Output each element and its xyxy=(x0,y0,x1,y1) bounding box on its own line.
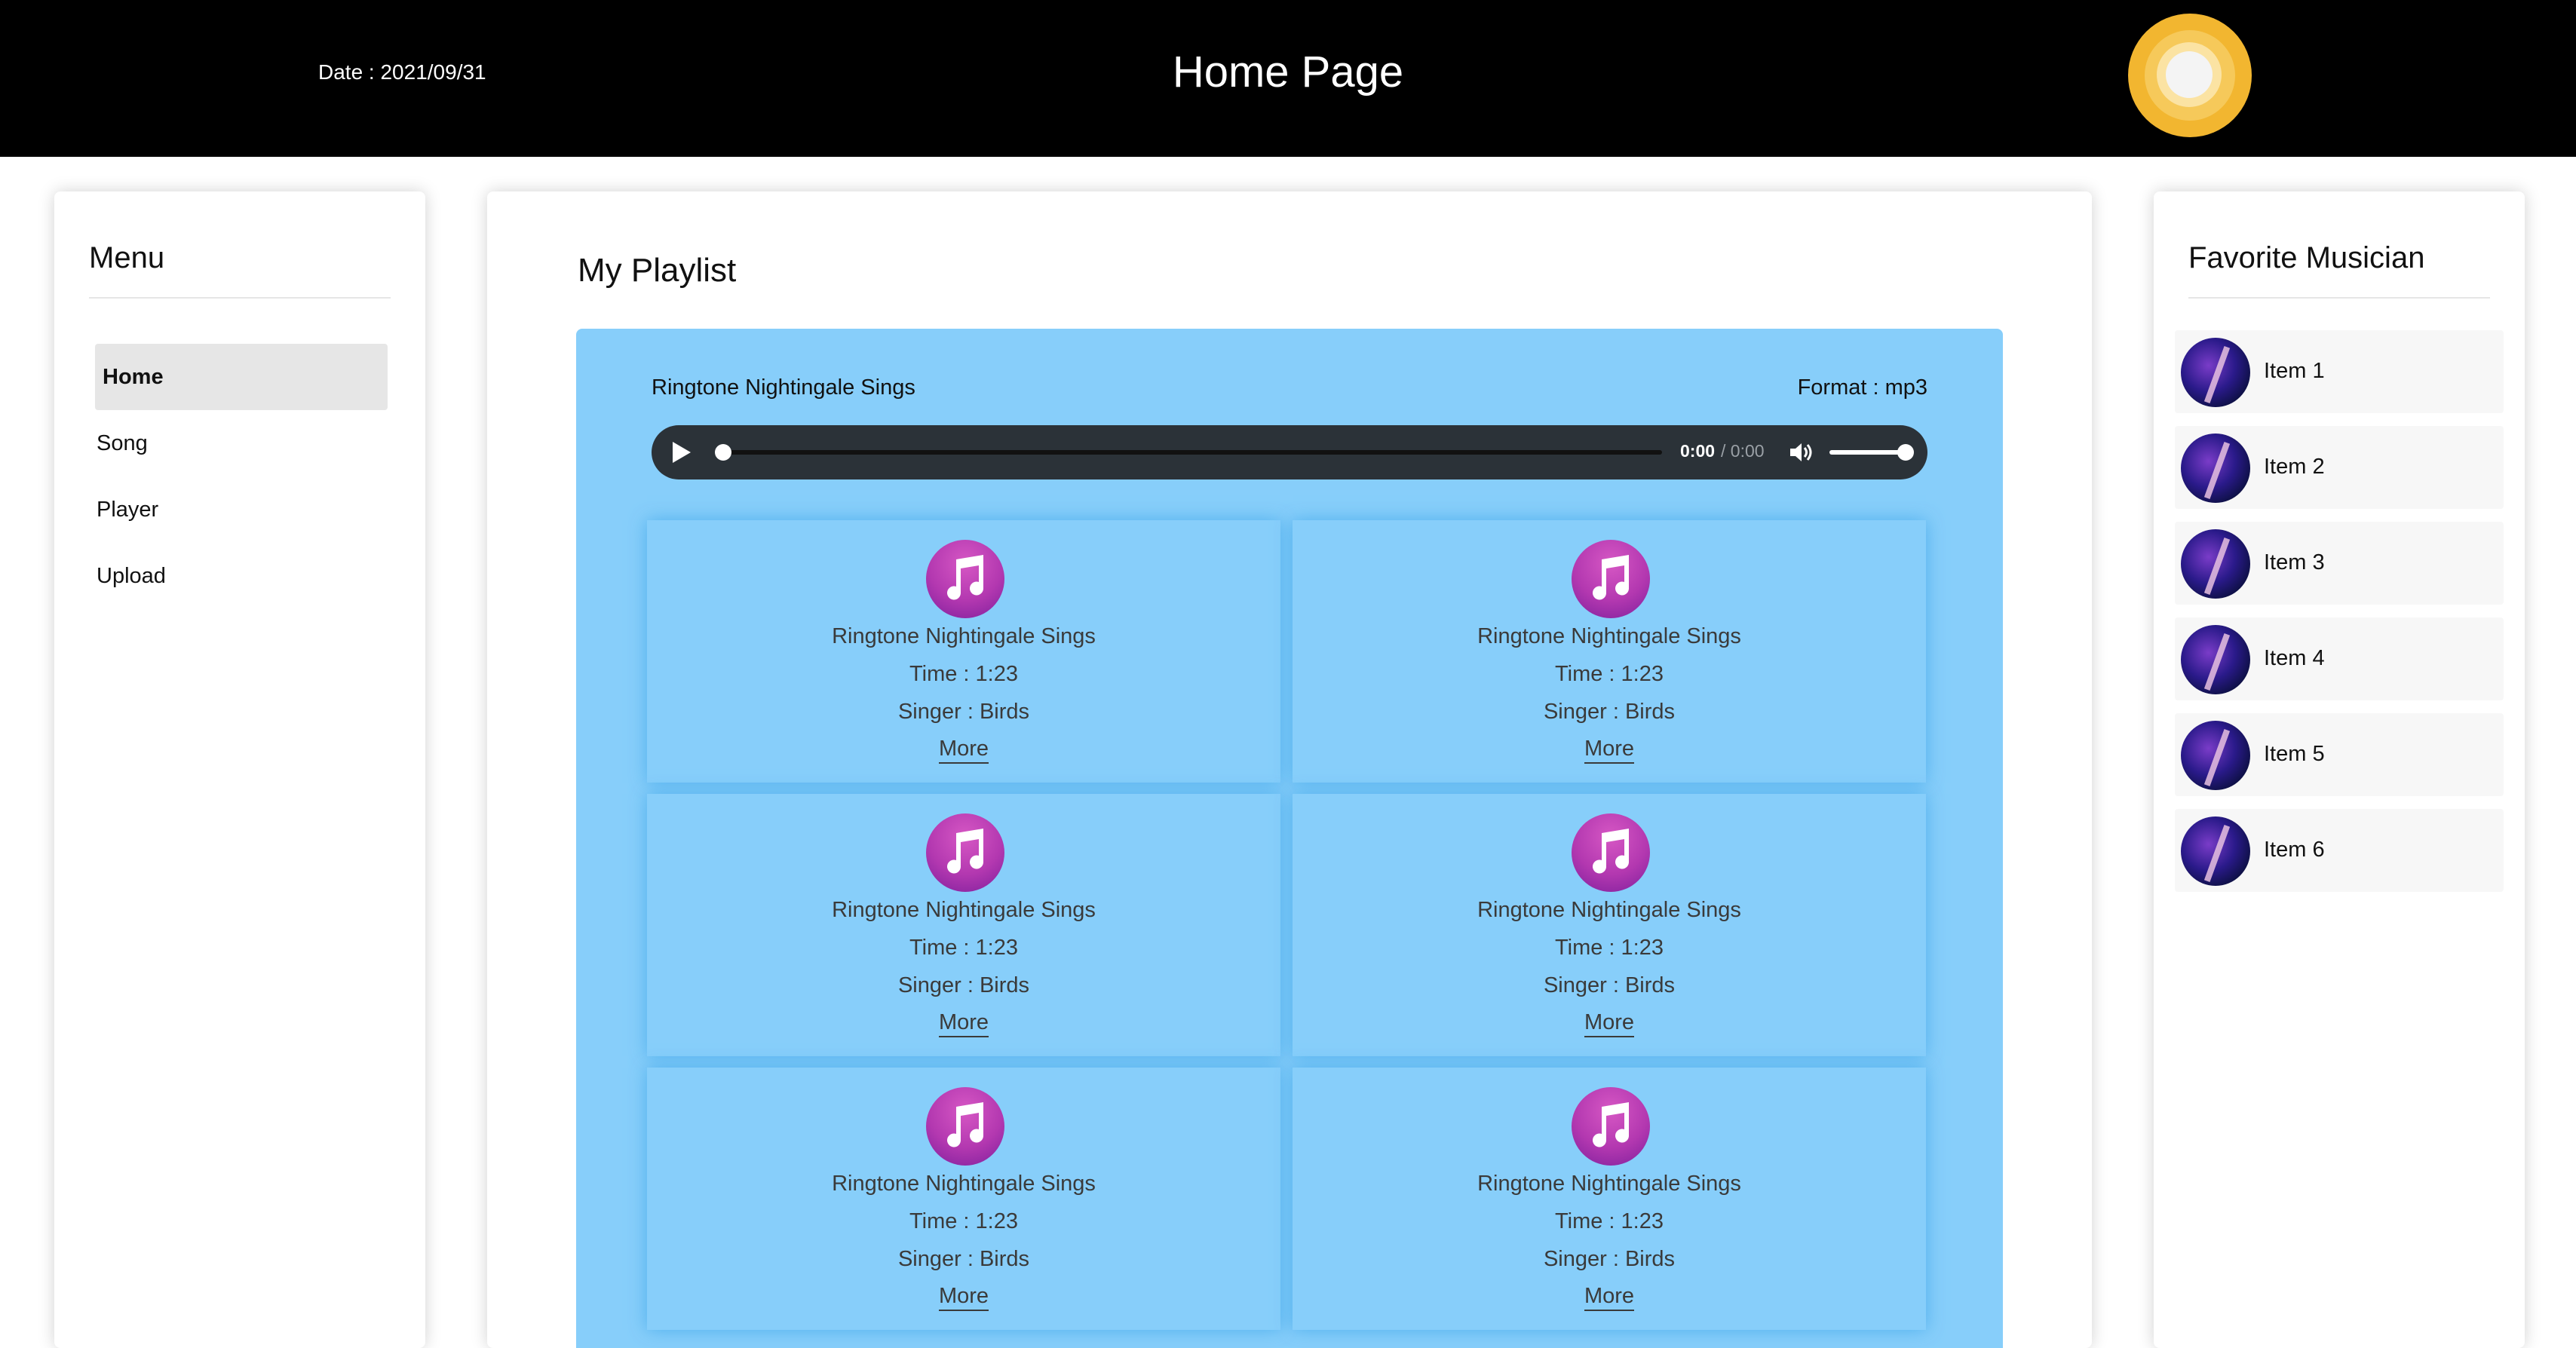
avatar-streak xyxy=(2203,441,2231,500)
favorite-musician-item[interactable]: Item 6 xyxy=(2175,809,2504,892)
main-panel: My Playlist Ringtone Nightingale Sings F… xyxy=(487,191,2092,1348)
song-card: Ringtone Nightingale Sings Time : 1:23 S… xyxy=(1293,1068,1926,1330)
avatar-streak xyxy=(2203,728,2231,787)
favorite-musician-item[interactable]: Item 1 xyxy=(2175,330,2504,413)
song-time: Time : 1:23 xyxy=(1555,662,1664,686)
menu-divider xyxy=(89,297,391,299)
favorite-musician-label: Item 2 xyxy=(2264,455,2325,479)
more-link[interactable]: More xyxy=(1584,1010,1635,1037)
song-time: Time : 1:23 xyxy=(1555,1209,1664,1233)
song-singer: Singer : Birds xyxy=(897,1247,1030,1271)
favorite-musician-item[interactable]: Item 2 xyxy=(2175,426,2504,509)
song-card: Ringtone Nightingale Sings Time : 1:23 S… xyxy=(647,520,1280,783)
song-card: Ringtone Nightingale Sings Time : 1:23 S… xyxy=(1293,520,1926,783)
menu-item-player[interactable]: Player xyxy=(89,476,382,543)
avatar-streak xyxy=(2203,345,2231,404)
song-time: Time : 1:23 xyxy=(909,1209,1018,1233)
song-singer: Singer : Birds xyxy=(897,700,1030,724)
song-title: Ringtone Nightingale Sings xyxy=(1477,898,1741,922)
avatar-streak xyxy=(2203,824,2231,883)
volume-icon[interactable] xyxy=(1789,440,1814,464)
more-link[interactable]: More xyxy=(938,737,989,764)
song-time: Time : 1:23 xyxy=(1555,936,1664,960)
favorite-musician-label: Item 4 xyxy=(2264,646,2325,670)
song-title: Ringtone Nightingale Sings xyxy=(832,1172,1096,1196)
favorites-divider xyxy=(2188,297,2490,299)
menu-item-home[interactable]: Home xyxy=(95,344,388,410)
music-note-icon xyxy=(1572,813,1650,892)
song-singer: Singer : Birds xyxy=(897,973,1030,997)
favorite-musician-item[interactable]: Item 5 xyxy=(2175,713,2504,796)
avatar xyxy=(2181,434,2250,503)
song-time: Time : 1:23 xyxy=(909,936,1018,960)
playlist-heading: My Playlist xyxy=(578,252,737,289)
avatar xyxy=(2181,338,2250,407)
favorite-musician-label: Item 1 xyxy=(2264,359,2325,383)
music-note-icon xyxy=(1572,1087,1650,1166)
avatar xyxy=(2181,721,2250,790)
music-note-icon xyxy=(926,1087,1004,1166)
player-box: Ringtone Nightingale Sings Format : mp3 … xyxy=(576,329,2003,1348)
volume-handle[interactable] xyxy=(1897,444,1914,461)
more-link[interactable]: More xyxy=(938,1284,989,1311)
song-singer: Singer : Birds xyxy=(1543,973,1676,997)
favorites-panel: Favorite Musician Item 1 Item 2 Item 3 I… xyxy=(2154,191,2525,1348)
avatar xyxy=(2181,816,2250,886)
avatar-streak xyxy=(2203,633,2231,691)
song-card: Ringtone Nightingale Sings Time : 1:23 S… xyxy=(647,1068,1280,1330)
menu-item-upload[interactable]: Upload xyxy=(89,543,382,609)
menu-item-song[interactable]: Song xyxy=(89,410,382,476)
song-card: Ringtone Nightingale Sings Time : 1:23 S… xyxy=(647,794,1280,1056)
menu-panel: Menu Home Song Player Upload xyxy=(54,191,425,1348)
favorite-musician-label: Item 5 xyxy=(2264,742,2325,766)
favorite-musician-label: Item 6 xyxy=(2264,838,2325,862)
favorite-musician-item[interactable]: Item 3 xyxy=(2175,522,2504,605)
seek-handle[interactable] xyxy=(715,444,731,461)
song-title: Ringtone Nightingale Sings xyxy=(832,898,1096,922)
music-note-icon xyxy=(926,813,1004,892)
favorites-heading: Favorite Musician xyxy=(2188,241,2425,274)
song-time: Time : 1:23 xyxy=(909,662,1018,686)
song-singer: Singer : Birds xyxy=(1543,1247,1676,1271)
favorite-musician-label: Item 3 xyxy=(2264,550,2325,574)
song-title: Ringtone Nightingale Sings xyxy=(1477,624,1741,648)
duration: / 0:00 xyxy=(1721,441,1765,461)
audio-player: 0:00 / 0:00 xyxy=(652,425,1927,479)
seek-bar[interactable] xyxy=(719,450,1662,455)
avatar-streak xyxy=(2203,537,2231,596)
menu-heading: Menu xyxy=(89,241,165,274)
song-card: Ringtone Nightingale Sings Time : 1:23 S… xyxy=(1293,794,1926,1056)
song-title: Ringtone Nightingale Sings xyxy=(832,624,1096,648)
top-header: Date : 2021/09/31 Home Page xyxy=(0,0,2576,157)
song-singer: Singer : Birds xyxy=(1543,700,1676,724)
logo-core xyxy=(2166,51,2213,98)
more-link[interactable]: More xyxy=(1584,1284,1635,1311)
sun-logo-icon xyxy=(2128,14,2252,137)
favorite-musician-item[interactable]: Item 4 xyxy=(2175,617,2504,700)
current-time: 0:00 xyxy=(1680,441,1716,461)
more-link[interactable]: More xyxy=(938,1010,989,1037)
now-playing-format: Format : mp3 xyxy=(1797,375,1927,400)
avatar xyxy=(2181,625,2250,694)
volume-slider[interactable] xyxy=(1829,450,1906,455)
music-note-icon xyxy=(926,540,1004,618)
more-link[interactable]: More xyxy=(1584,737,1635,764)
avatar xyxy=(2181,529,2250,599)
song-title: Ringtone Nightingale Sings xyxy=(1477,1172,1741,1196)
music-note-icon xyxy=(1572,540,1650,618)
play-icon[interactable] xyxy=(673,442,691,463)
now-playing-name: Ringtone Nightingale Sings xyxy=(652,375,915,400)
